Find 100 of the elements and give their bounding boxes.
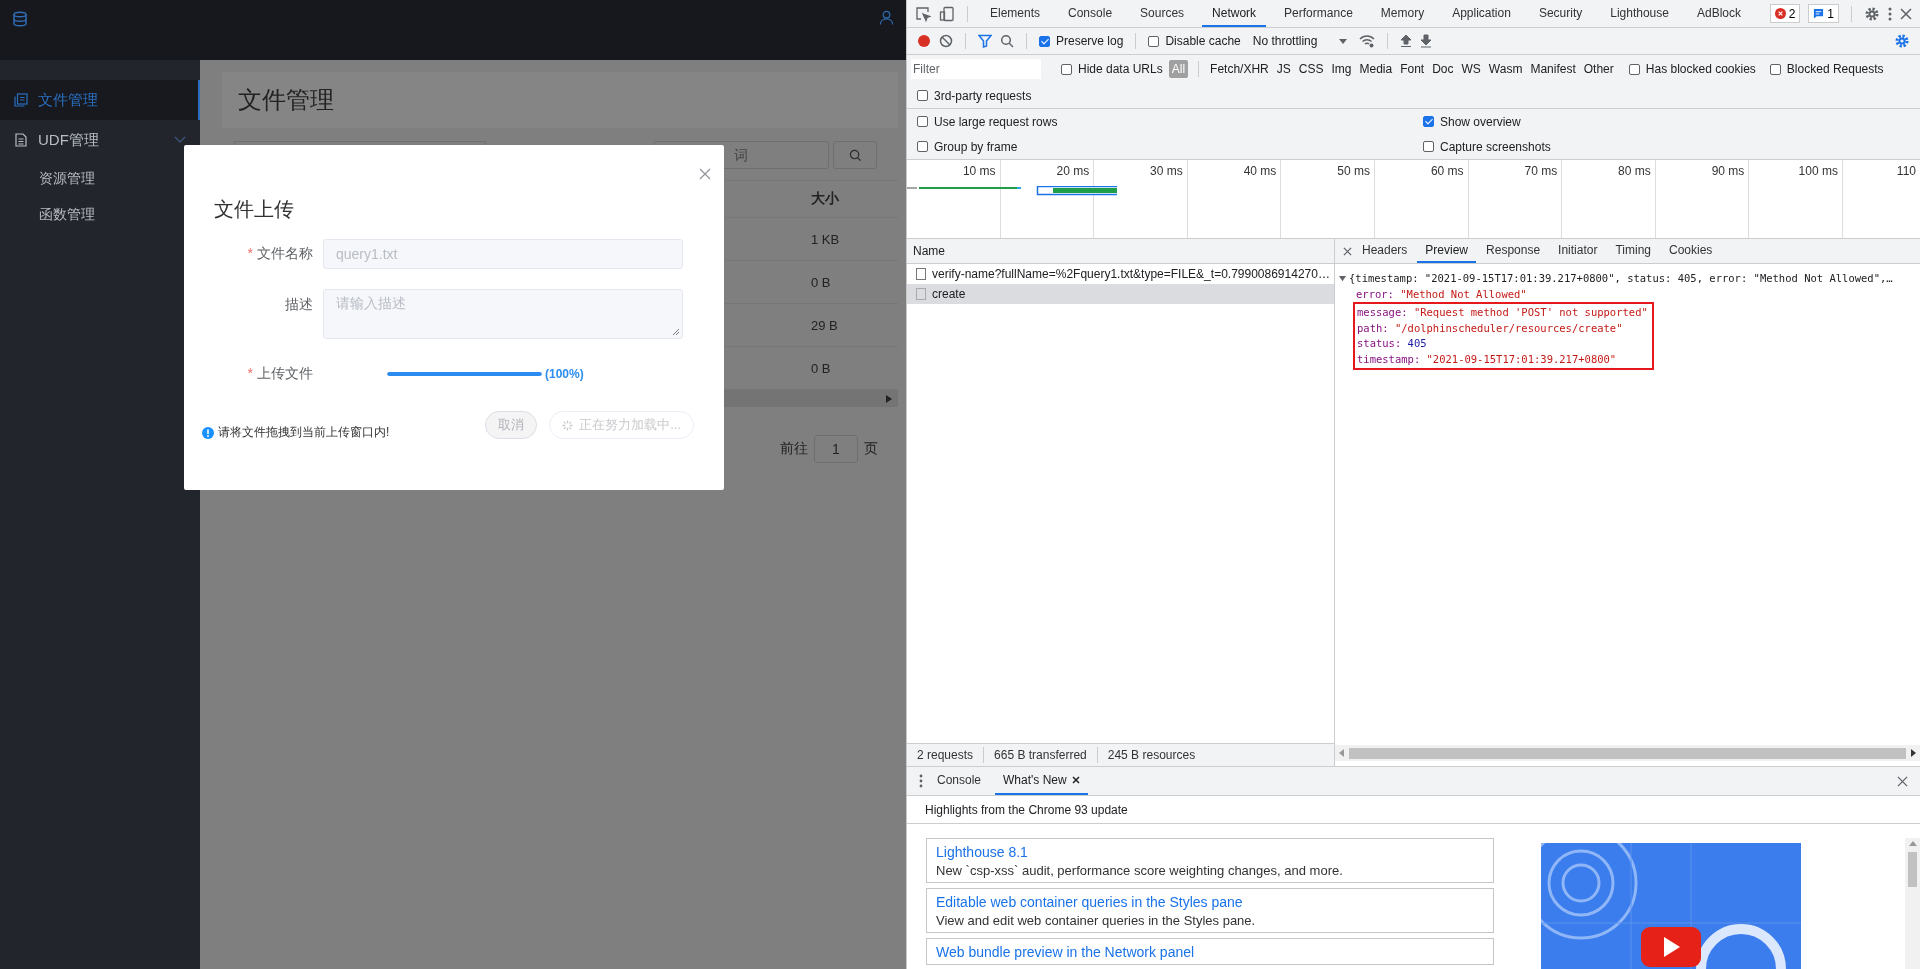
scrollbar-thumb[interactable] xyxy=(1349,747,1906,759)
error-badge[interactable]: 2 xyxy=(1769,4,1801,23)
throttling-dropdown[interactable]: No throttling xyxy=(1248,34,1352,48)
settings-icon[interactable] xyxy=(1864,5,1880,22)
filter-checkbox[interactable]: Blocked Requests xyxy=(1769,62,1884,76)
column-header[interactable]: Name xyxy=(907,239,1334,264)
feature-description: New `csp-xss` audit, performance score weighting changes, and more. xyxy=(936,863,1344,878)
user-icon[interactable] xyxy=(879,10,894,25)
horizontal-scrollbar[interactable] xyxy=(1335,745,1920,761)
message-badge[interactable]: 1 xyxy=(1808,4,1839,23)
type-filter[interactable]: Fetch/XHR xyxy=(1209,60,1270,78)
field-label: * 上传文件 xyxy=(246,365,314,383)
sidebar-item[interactable]: 文件管理 xyxy=(0,80,200,120)
detail-tab[interactable]: Headers xyxy=(1354,239,1416,263)
disable-cache-checkbox[interactable]: Disable cache xyxy=(1148,34,1241,48)
type-filter[interactable]: JS xyxy=(1275,60,1292,78)
feature-link[interactable]: Web bundle preview in the Network panel xyxy=(936,944,1484,960)
setting-checkbox[interactable]: Capture screenshots xyxy=(1423,139,1920,154)
page-field[interactable]: 1 xyxy=(814,435,858,463)
files-icon xyxy=(14,93,28,107)
tick-label: 20 ms xyxy=(1056,164,1090,178)
feature-card[interactable]: Editable web container queries in the Styles pane View and edit web container queries in the Styles pane. xyxy=(926,888,1494,933)
drawer-tab[interactable]: Console xyxy=(929,767,990,795)
detail-tab[interactable]: Preview xyxy=(1417,239,1477,263)
more-icon[interactable] xyxy=(919,774,923,788)
more-icon[interactable] xyxy=(1888,5,1892,22)
tick-label: 10 ms xyxy=(962,164,996,178)
drawer-heading: Highlights from the Chrome 93 update xyxy=(907,796,1920,824)
type-filter[interactable]: CSS xyxy=(1297,60,1325,78)
filter-field[interactable]: Filter xyxy=(911,59,1041,79)
devtools-tab[interactable]: AdBlock xyxy=(1686,0,1751,27)
detail-tab[interactable]: Initiator xyxy=(1550,239,1606,263)
filter-checkbox[interactable]: Has blocked cookies xyxy=(1628,62,1756,76)
request-row[interactable]: create xyxy=(907,284,1334,304)
tick-label: 100 ms xyxy=(1798,164,1838,178)
download-icon[interactable] xyxy=(1420,34,1433,48)
type-filter[interactable]: Media xyxy=(1358,60,1394,78)
page-label: 页 xyxy=(864,440,878,458)
hide-data-urls-checkbox[interactable]: Hide data URLs xyxy=(1061,62,1163,76)
detail-tab[interactable]: Timing xyxy=(1607,239,1659,263)
inspect-icon[interactable] xyxy=(915,5,931,22)
type-filter[interactable]: WS xyxy=(1460,60,1482,78)
filter-checkbox[interactable]: 3rd-party requests xyxy=(917,88,1032,103)
vertical-scrollbar[interactable] xyxy=(1905,838,1920,969)
spinner-icon xyxy=(562,419,574,431)
expand-triangle-icon[interactable] xyxy=(1339,274,1346,282)
setting-checkbox[interactable]: Group by frame xyxy=(917,139,1423,154)
property-line: error: "Method Not Allowed" xyxy=(1355,287,1528,302)
field-label: * 文件名称 xyxy=(246,245,314,263)
database-icon[interactable] xyxy=(12,11,28,27)
detail-tab[interactable]: Response xyxy=(1478,239,1549,263)
filter-icon[interactable] xyxy=(978,34,992,48)
feature-link[interactable]: Lighthouse 8.1 xyxy=(936,844,1484,860)
type-filter[interactable]: Img xyxy=(1330,60,1353,78)
caret-icon xyxy=(1339,38,1348,44)
devtools-tab[interactable]: Lighthouse xyxy=(1600,0,1679,27)
devtools-tab[interactable]: Security xyxy=(1528,0,1593,27)
column-header: 大小 xyxy=(811,190,840,208)
preserve-log-checkbox[interactable]: Preserve log xyxy=(1039,34,1124,48)
devtools-tab[interactable]: Memory xyxy=(1370,0,1435,27)
search-button[interactable] xyxy=(833,141,877,169)
scrollbar-thumb[interactable] xyxy=(1908,852,1917,887)
upload-hint: 请将文件拖拽到当前上传窗口内! xyxy=(202,424,390,441)
drawer-tab[interactable]: What's New xyxy=(995,767,1088,795)
type-filter[interactable]: Manifest xyxy=(1529,60,1577,78)
detail-tab[interactable]: Cookies xyxy=(1661,239,1721,263)
clear-icon[interactable] xyxy=(939,34,953,48)
scroll-right-icon[interactable] xyxy=(1911,749,1916,757)
devtools-tab[interactable]: Application xyxy=(1442,0,1521,27)
table-cell-text: 0 B xyxy=(811,360,832,376)
summary-text: 2 requests xyxy=(917,748,974,762)
settings-icon[interactable] xyxy=(1894,33,1910,49)
devtools-tab[interactable]: Elements xyxy=(980,0,1051,27)
devtools-tab[interactable]: Console xyxy=(1058,0,1123,27)
table-cell-text: 1 KB xyxy=(811,231,841,247)
request-row[interactable]: verify-name?fullName=%2Fquery1.txt&type=FILE&_t=0.7990086914270… xyxy=(907,264,1334,284)
type-filter[interactable]: Other xyxy=(1582,60,1615,78)
device-icon[interactable] xyxy=(939,5,955,22)
field-label: 描述 xyxy=(284,295,314,314)
upload-icon[interactable] xyxy=(1400,34,1413,48)
wifi-icon[interactable] xyxy=(1359,34,1376,48)
devtools-tab[interactable]: Performance xyxy=(1274,0,1363,27)
type-filter[interactable]: Doc xyxy=(1431,60,1455,78)
setting-checkbox[interactable]: Show overview xyxy=(1423,114,1920,129)
tick-label: 50 ms xyxy=(1337,164,1370,178)
type-filter[interactable]: Wasm xyxy=(1487,60,1524,78)
resize-grip-icon[interactable] xyxy=(672,328,680,336)
record-icon[interactable] xyxy=(917,34,931,48)
sidebar-item[interactable]: UDF管理 xyxy=(0,120,200,160)
feature-link[interactable]: Editable web container queries in the Styles pane xyxy=(936,894,1484,910)
type-filter[interactable]: Font xyxy=(1399,60,1426,78)
dialog-title: 文件上传 xyxy=(214,197,295,222)
property-line: message: "Request method 'POST' not supported" xyxy=(1357,305,1648,320)
feature-card[interactable]: Web bundle preview in the Network panel xyxy=(926,938,1494,965)
devtools-tab[interactable]: Sources xyxy=(1130,0,1195,27)
setting-checkbox[interactable]: Use large request rows xyxy=(917,114,1423,129)
close-icon[interactable] xyxy=(1071,776,1080,784)
search-icon[interactable] xyxy=(1000,34,1014,48)
tick-label: 90 ms xyxy=(1711,164,1745,178)
feature-card[interactable]: Lighthouse 8.1 New `csp-xss` audit, performance score weighting changes, and more. xyxy=(926,838,1494,883)
